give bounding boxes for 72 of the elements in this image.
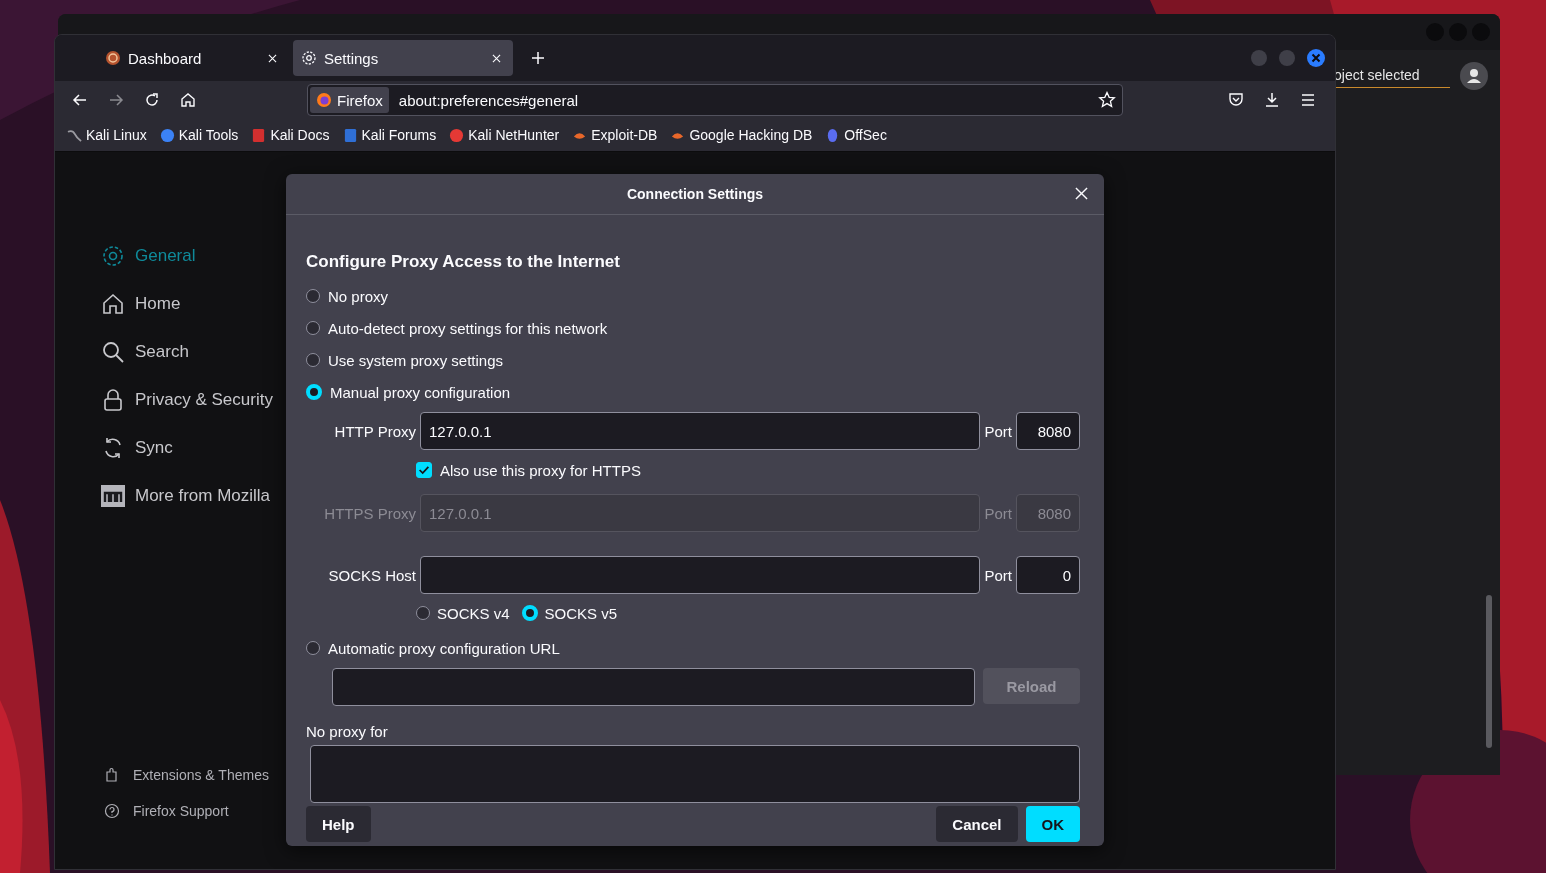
bookmark-item[interactable]: OffSec <box>825 127 887 143</box>
radio-button[interactable] <box>306 289 320 303</box>
option-label: Manual proxy configuration <box>330 383 511 401</box>
reload-icon[interactable] <box>143 91 161 109</box>
url-text: about:preferences#general <box>398 91 580 109</box>
field-label: Port <box>983 566 1013 584</box>
ok-button[interactable]: OK <box>1025 806 1080 842</box>
bookmark-item[interactable]: Kali Linux <box>67 127 147 143</box>
section-heading: Configure Proxy Access to the Internet <box>306 252 621 272</box>
bookmark-item[interactable]: Kali Forums <box>342 127 437 143</box>
lock-icon <box>101 388 125 412</box>
close-icon[interactable] <box>492 53 501 63</box>
radio-button[interactable] <box>306 384 322 400</box>
help-button[interactable]: Help <box>306 806 371 842</box>
field-label: No proxy for <box>306 723 389 740</box>
radio-button[interactable] <box>306 321 320 335</box>
logo-icon <box>316 92 332 108</box>
bookmark-item[interactable]: Exploit-DB <box>572 127 658 143</box>
avatar-icon[interactable] <box>1460 62 1488 90</box>
text-area[interactable] <box>310 745 1080 803</box>
close-button[interactable] <box>1307 49 1325 67</box>
settings-icon <box>301 50 317 66</box>
checkbox-label: Also use this proxy for HTTPS <box>440 461 641 479</box>
star-icon[interactable] <box>1098 91 1116 109</box>
dialog-title: Connection Settings <box>626 186 764 202</box>
home-icon[interactable] <box>179 91 197 109</box>
option-label: SOCKS v5 <box>544 604 618 622</box>
logo-icon <box>105 50 121 66</box>
download-icon[interactable] <box>1263 91 1281 109</box>
port-field[interactable]: 0 <box>1016 556 1080 594</box>
help-icon <box>104 803 120 819</box>
close-icon[interactable] <box>1075 187 1088 200</box>
input-field[interactable] <box>420 556 981 594</box>
input-field[interactable]: 127.0.0.1 <box>420 412 981 450</box>
radio-button[interactable] <box>416 606 430 620</box>
scrollbar[interactable] <box>1486 595 1492 748</box>
pocket-icon[interactable] <box>1227 91 1245 109</box>
option-label: SOCKS v4 <box>437 604 510 622</box>
option-label: Automatic proxy configuration URL <box>328 639 560 657</box>
logo-icon <box>101 484 125 508</box>
field-label: SOCKS Host <box>327 566 417 584</box>
home-icon <box>101 292 125 316</box>
field-label: Port <box>983 422 1013 440</box>
option-label: Use system proxy settings <box>328 351 504 369</box>
settings-icon <box>101 244 125 268</box>
option-label: Auto-detect proxy settings for this network <box>328 319 608 337</box>
checkbox[interactable] <box>416 462 432 478</box>
bookmark-item[interactable]: Kali Docs <box>251 127 330 143</box>
field-label: HTTP Proxy <box>333 422 417 440</box>
cancel-button[interactable]: Cancel <box>936 806 1018 842</box>
bookmark-item[interactable]: Kali NetHunter <box>449 127 560 143</box>
browser-tab[interactable]: Dashboard <box>69 40 289 76</box>
address-bar[interactable]: Firefox about:preferences#general <box>307 84 1123 116</box>
field-label: Port <box>983 504 1013 522</box>
radio-button[interactable] <box>521 605 538 621</box>
globe-icon <box>159 127 175 143</box>
new-tab-icon[interactable] <box>531 51 545 65</box>
menu-icon[interactable] <box>1299 91 1317 109</box>
radio-button[interactable] <box>306 353 320 367</box>
browser-tab[interactable]: Settings <box>293 40 513 76</box>
field-label: HTTPS Proxy <box>323 504 417 522</box>
puzzle-icon <box>104 767 120 783</box>
identity-button[interactable]: Firefox <box>310 87 389 113</box>
bookmark-item[interactable]: Google Hacking DB <box>670 127 813 143</box>
search-icon <box>101 340 125 364</box>
port-field[interactable]: 8080 <box>1016 412 1080 450</box>
option-label: No proxy <box>328 287 389 305</box>
close-icon[interactable] <box>268 53 277 63</box>
bookmark-item[interactable]: Kali Tools <box>159 127 239 143</box>
url-field[interactable] <box>332 668 975 706</box>
radio-button[interactable] <box>306 641 320 655</box>
circle-icon <box>449 127 465 143</box>
